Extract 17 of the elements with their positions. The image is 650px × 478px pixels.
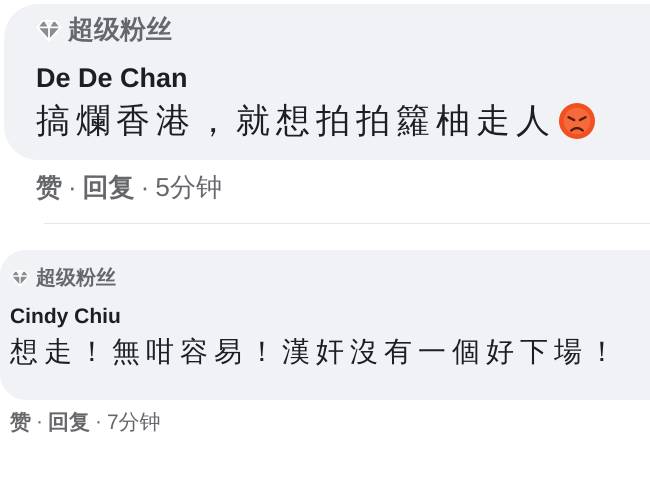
timestamp: 5分钟 [155, 171, 222, 204]
separator-dot: · [68, 172, 77, 203]
author-name[interactable]: Cindy Chiu [10, 305, 650, 329]
diamond-icon [10, 268, 30, 288]
comment-text: 想走！無咁容易！漢奸沒有一個好下場！ [10, 335, 622, 369]
separator-dot: · [140, 172, 150, 203]
author-name[interactable]: De De Chan [36, 63, 650, 94]
reply-link[interactable]: 回复 [82, 170, 135, 205]
reply-link[interactable]: 回复 [48, 408, 90, 436]
comment-text: 搞爛香港，就想拍拍籮柚走人 [36, 101, 556, 142]
badge-label: 超级粉丝 [36, 266, 116, 291]
timestamp: 7分钟 [107, 410, 161, 436]
badge-label: 超级粉丝 [68, 13, 172, 46]
like-link[interactable]: 赞 [10, 408, 31, 436]
separator-dot: · [95, 410, 102, 434]
like-link[interactable]: 赞 [36, 170, 62, 205]
separator-dot: · [36, 410, 43, 434]
